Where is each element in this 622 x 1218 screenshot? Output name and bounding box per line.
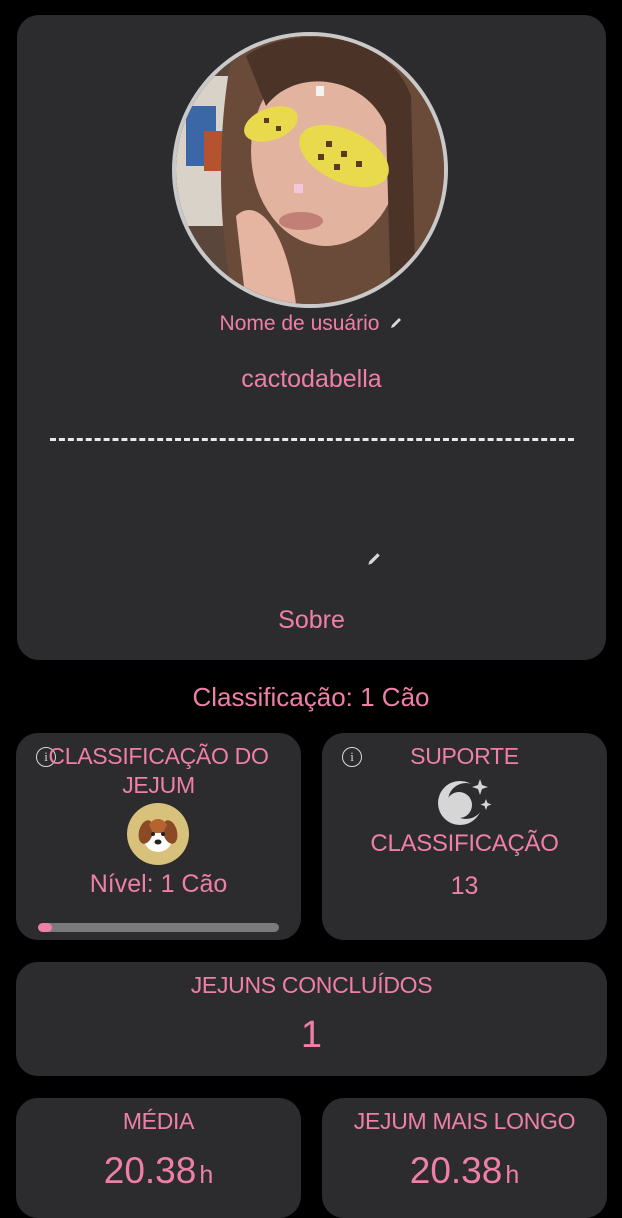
average-card: MÉDIA 20.38 h: [16, 1098, 301, 1218]
about-label[interactable]: Sobre: [17, 606, 606, 635]
support-card[interactable]: i SUPORTE CLASSIFICAÇÃO 13: [322, 733, 607, 940]
completed-fasts-value: 1: [300, 1014, 323, 1056]
dog-icon: [127, 803, 189, 865]
longest-fast-card: JEJUM MAIS LONGO 20.38 h: [322, 1098, 607, 1218]
longest-fast-stat: 20.38 h: [322, 1150, 607, 1192]
fasting-rank-title: CLASSIFICAÇÃO DO JEJUM: [48, 743, 269, 798]
longest-fast-title: JEJUM MAIS LONGO: [353, 1108, 576, 1134]
username-label-row[interactable]: Nome de usuário: [17, 312, 606, 336]
ranking-summary: Classificação: 1 Cão: [192, 682, 430, 712]
username: cactodabella: [241, 365, 382, 393]
completed-fasts-title: JEJUNS CONCLUÍDOS: [190, 972, 433, 998]
longest-fast-unit: h: [505, 1161, 520, 1189]
divider: [50, 438, 574, 441]
average-unit: h: [199, 1161, 214, 1189]
username-label: Nome de usuário: [219, 312, 380, 335]
support-value: 13: [450, 872, 479, 900]
level-progress-fill: [38, 923, 53, 932]
edit-about-pencil-icon[interactable]: [366, 551, 382, 572]
support-title: SUPORTE: [410, 743, 519, 769]
edit-username-pencil-icon[interactable]: [389, 312, 403, 336]
completed-fasts-card: JEJUNS CONCLUÍDOS 1: [16, 962, 607, 1076]
average-stat: 20.38 h: [16, 1150, 301, 1192]
fasting-level: Nível: 1 Cão: [89, 870, 228, 898]
average-title: MÉDIA: [122, 1108, 195, 1134]
avatar[interactable]: [172, 32, 448, 308]
average-value: 20.38: [103, 1150, 197, 1191]
moon-stars-icon: [434, 775, 494, 832]
support-subtitle: CLASSIFICAÇÃO: [370, 830, 559, 857]
avatar-photo: [176, 36, 444, 304]
longest-fast-value: 20.38: [409, 1150, 503, 1191]
portrait-photo-icon: [176, 36, 444, 304]
profile-card: Nome de usuário cactodabella Sobre: [17, 15, 606, 660]
level-progress-bar: [38, 923, 279, 932]
fasting-rank-card[interactable]: i CLASSIFICAÇÃO DO JEJUM Nível: 1 Cão: [16, 733, 301, 940]
